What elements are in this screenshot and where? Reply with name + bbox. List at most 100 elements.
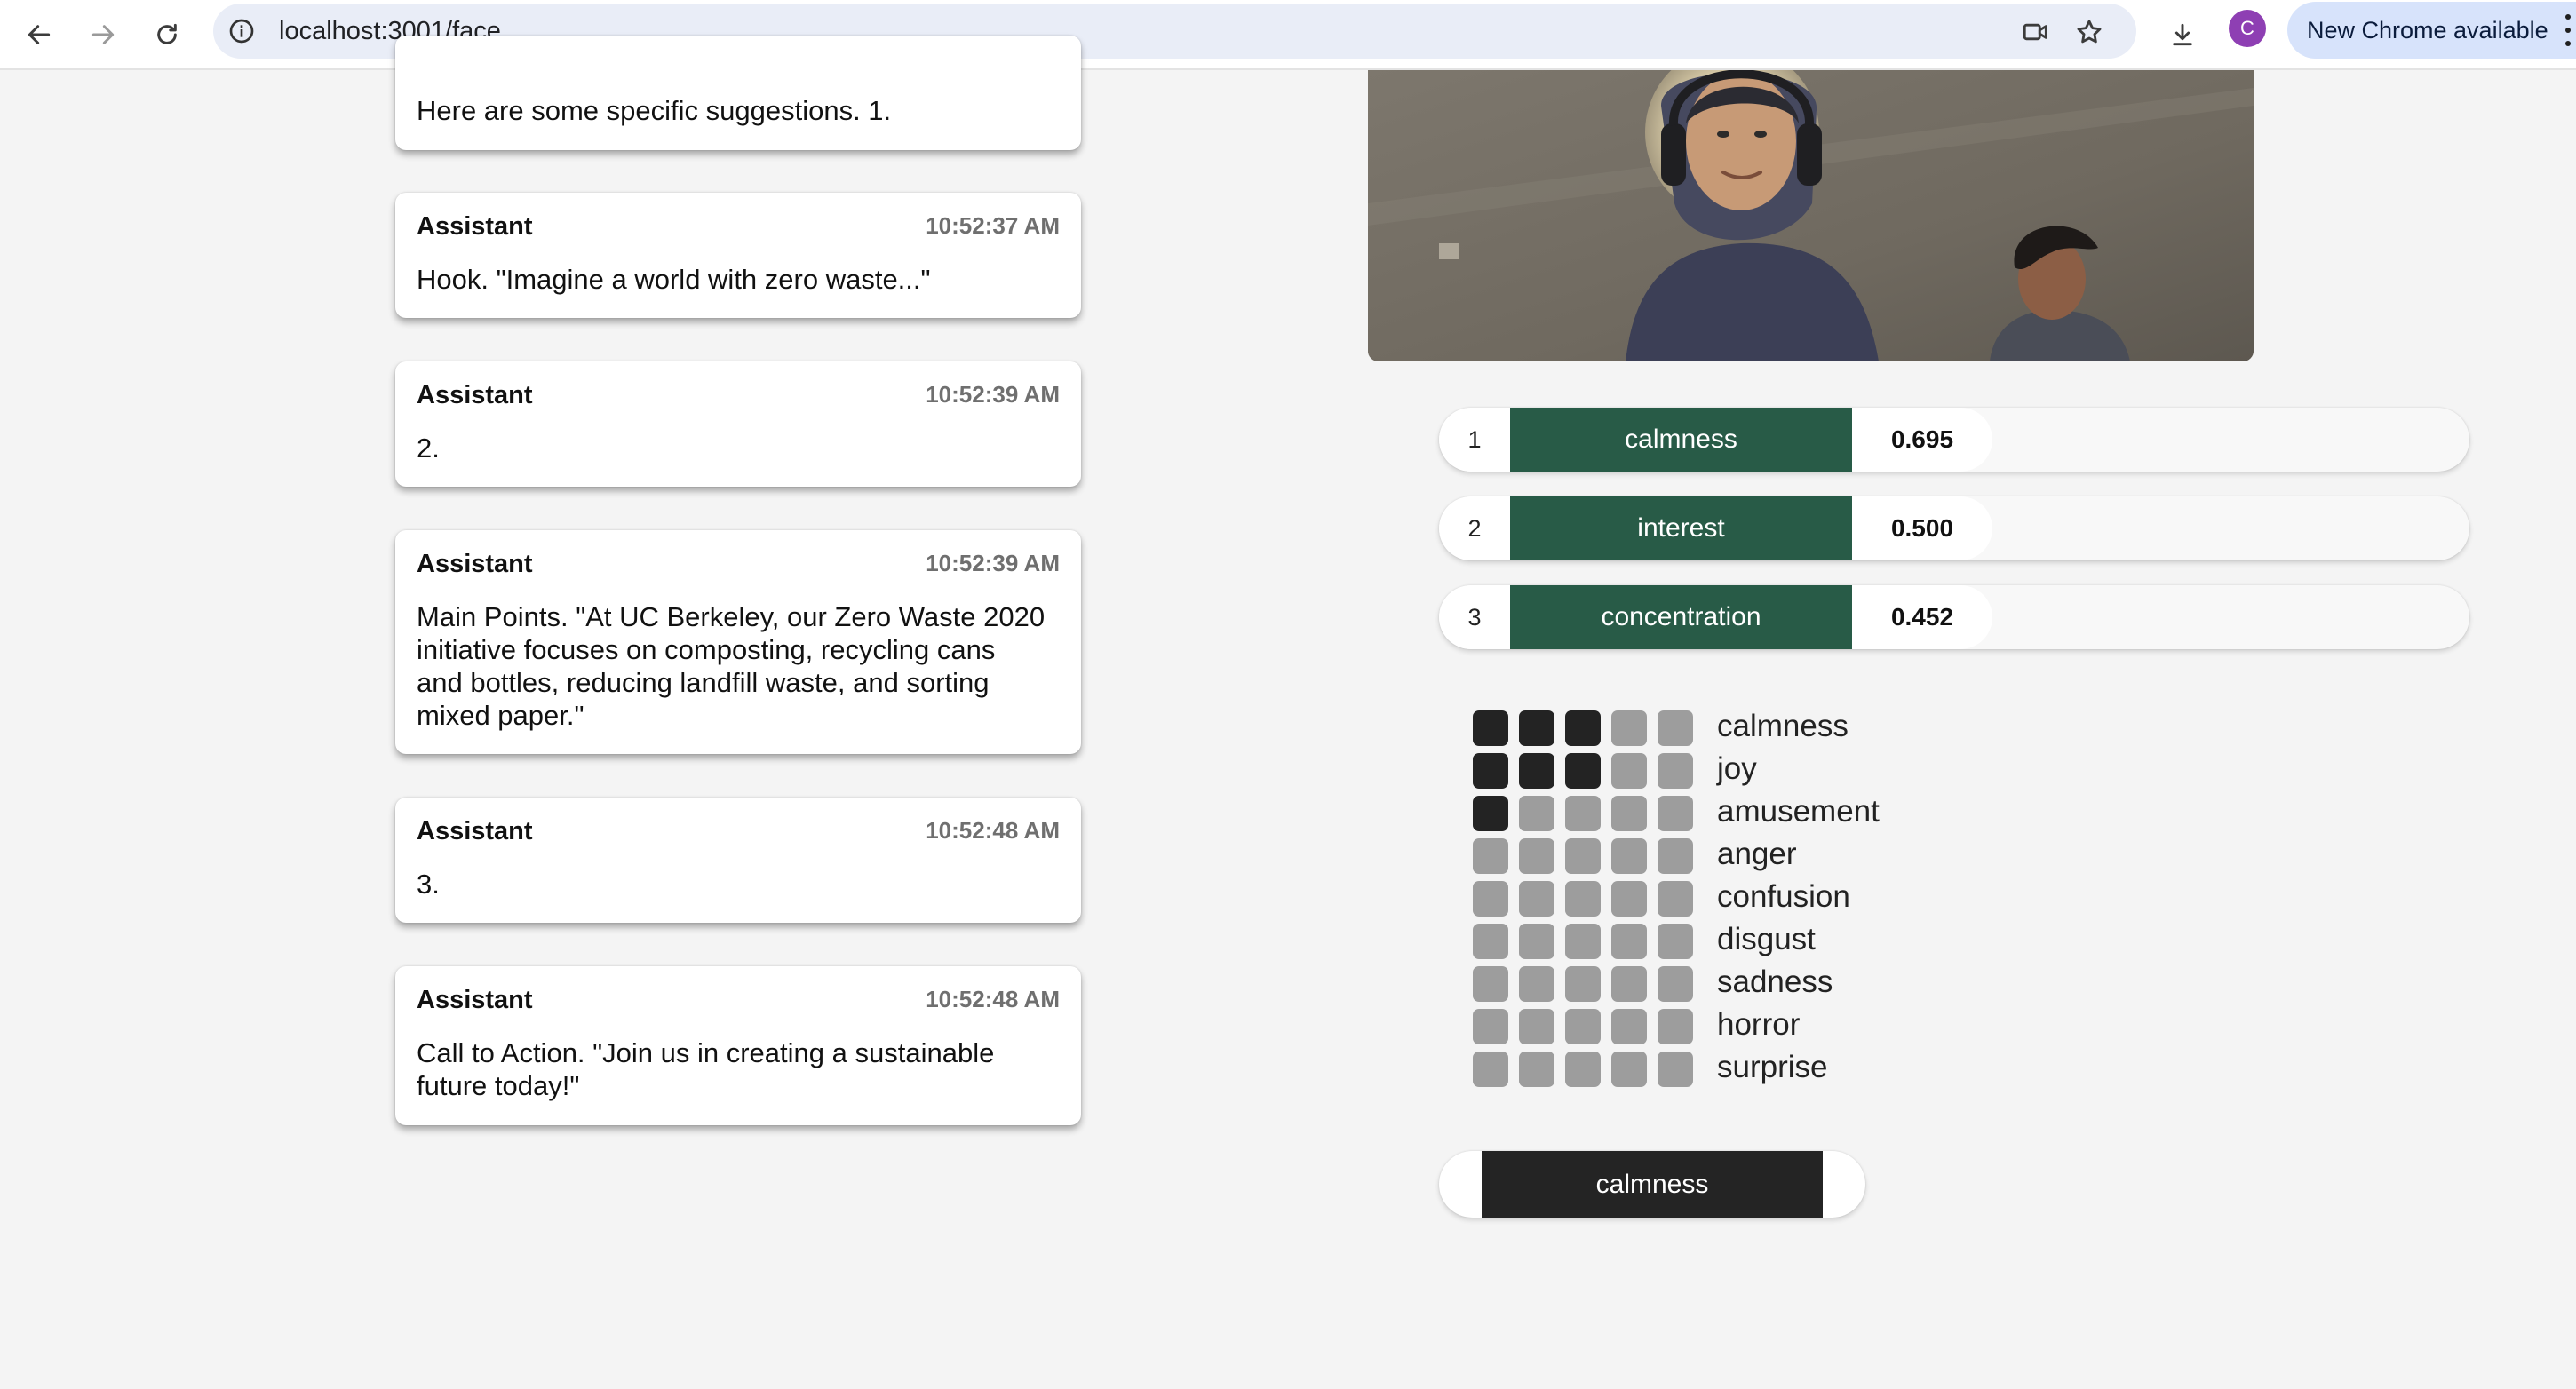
arrow-right-icon <box>91 25 115 44</box>
level-square-empty <box>1658 966 1693 1002</box>
arrow-left-icon <box>28 25 51 44</box>
level-square-empty <box>1611 966 1647 1002</box>
downloads-button[interactable] <box>2156 8 2209 61</box>
level-square-empty <box>1519 838 1554 874</box>
chat-message-card: Assistant 10:52:48 AM Call to Action. "J… <box>395 966 1081 1125</box>
level-square-empty <box>1473 881 1508 917</box>
level-square-empty <box>1658 710 1693 746</box>
level-square-empty <box>1658 753 1693 789</box>
level-square-empty <box>1473 1009 1508 1044</box>
emotion-level-name: surprise <box>1717 1050 1828 1084</box>
chat-message-card: Assistant 10:52:48 AM 3. <box>395 798 1081 923</box>
emotion-score: 0.452 <box>1852 585 1992 649</box>
level-square-empty <box>1611 838 1647 874</box>
emotion-score: 0.695 <box>1852 408 1992 472</box>
chat-message-card: Assistant 10:52:39 AM 2. <box>395 361 1081 487</box>
level-square-filled <box>1565 753 1601 789</box>
level-square-empty <box>1611 881 1647 917</box>
forward-button[interactable] <box>76 8 130 61</box>
selected-emotion: calmness <box>1439 1151 1865 1218</box>
emotion-level-name: joy <box>1717 751 1757 786</box>
chrome-update-button[interactable]: New Chrome available <box>2287 2 2576 59</box>
message-role: Assistant <box>417 986 533 1014</box>
top-emotion-row: 2 interest 0.500 <box>1439 496 2469 560</box>
webcam-frame <box>1368 70 2254 361</box>
emotion-label: calmness <box>1510 408 1852 472</box>
level-square-empty <box>1519 881 1554 917</box>
level-square-empty <box>1565 1052 1601 1087</box>
level-square-empty <box>1565 796 1601 831</box>
level-square-empty <box>1658 881 1693 917</box>
camera-in-use-icon[interactable] <box>2018 14 2054 50</box>
emotion-rank: 3 <box>1439 585 1510 649</box>
level-square-empty <box>1519 924 1554 959</box>
level-square-filled <box>1473 796 1508 831</box>
selected-emotion-label: calmness <box>1482 1151 1823 1218</box>
level-square-filled <box>1473 753 1508 789</box>
level-square-empty <box>1611 796 1647 831</box>
more-vert-icon[interactable] <box>2563 14 2573 46</box>
message-time: 10:52:39 AM <box>926 381 1060 408</box>
reload-button[interactable] <box>140 8 194 61</box>
level-square-filled <box>1519 710 1554 746</box>
message-text: 2. <box>417 433 440 464</box>
level-square-filled <box>1473 710 1508 746</box>
level-square-filled <box>1519 753 1554 789</box>
emotion-level-name: amusement <box>1717 794 1880 829</box>
emotion-level-name: confusion <box>1717 879 1850 914</box>
webcam-video <box>1368 70 2254 361</box>
site-info-icon[interactable] <box>226 15 258 47</box>
download-icon <box>2173 23 2192 46</box>
reload-icon <box>157 23 177 44</box>
level-square-empty <box>1519 1009 1554 1044</box>
emotion-level-name: sadness <box>1717 964 1833 999</box>
profile-avatar[interactable]: C <box>2229 10 2266 47</box>
level-square-empty <box>1658 924 1693 959</box>
message-role: Assistant <box>417 212 533 241</box>
message-text: Hook. "Imagine a world with zero waste..… <box>417 264 931 295</box>
level-square-empty <box>1519 796 1554 831</box>
message-time: 10:52:48 AM <box>926 986 1060 1012</box>
emotion-label: concentration <box>1510 585 1852 649</box>
level-square-empty <box>1473 924 1508 959</box>
emotion-label: interest <box>1510 496 1852 560</box>
browser-toolbar: localhost:3001/face C New Chrome availab… <box>0 0 2576 70</box>
chat-message-card: Assistant 10:52:37 AM Hook. "Imagine a w… <box>395 193 1081 318</box>
level-square-empty <box>1611 710 1647 746</box>
level-square-empty <box>1565 966 1601 1002</box>
level-square-empty <box>1473 838 1508 874</box>
level-square-empty <box>1519 966 1554 1002</box>
message-time: 10:52:37 AM <box>926 212 1060 239</box>
message-text: 3. <box>417 869 440 900</box>
message-time: 10:52:48 AM <box>926 817 1060 844</box>
bookmark-star-icon[interactable] <box>2071 14 2107 50</box>
level-square-empty <box>1611 1052 1647 1087</box>
level-square-empty <box>1565 1009 1601 1044</box>
level-square-empty <box>1611 1009 1647 1044</box>
top-emotion-row: 1 calmness 0.695 <box>1439 408 2469 472</box>
emotion-level-name: disgust <box>1717 922 1816 956</box>
back-button[interactable] <box>12 8 66 61</box>
emotion-rank: 1 <box>1439 408 1510 472</box>
level-square-filled <box>1565 710 1601 746</box>
message-text: Here are some specific suggestions. 1. <box>417 95 892 126</box>
level-square-empty <box>1519 1052 1554 1087</box>
level-square-empty <box>1611 753 1647 789</box>
update-label: New Chrome available <box>2307 17 2548 44</box>
message-role: Assistant <box>417 550 533 578</box>
level-square-empty <box>1565 924 1601 959</box>
level-square-empty <box>1658 1052 1693 1087</box>
level-square-empty <box>1473 1052 1508 1087</box>
emotion-level-name: horror <box>1717 1007 1801 1042</box>
emotion-score: 0.500 <box>1852 496 1992 560</box>
level-square-empty <box>1565 881 1601 917</box>
message-role: Assistant <box>417 381 533 409</box>
emotion-level-name: calmness <box>1717 709 1849 743</box>
level-square-empty <box>1611 924 1647 959</box>
level-square-empty <box>1658 1009 1693 1044</box>
chat-message-card: Here are some specific suggestions. 1. <box>395 36 1081 150</box>
level-square-empty <box>1565 838 1601 874</box>
level-square-empty <box>1658 838 1693 874</box>
top-emotion-row: 3 concentration 0.452 <box>1439 585 2469 649</box>
emotion-level-name: anger <box>1717 837 1797 871</box>
